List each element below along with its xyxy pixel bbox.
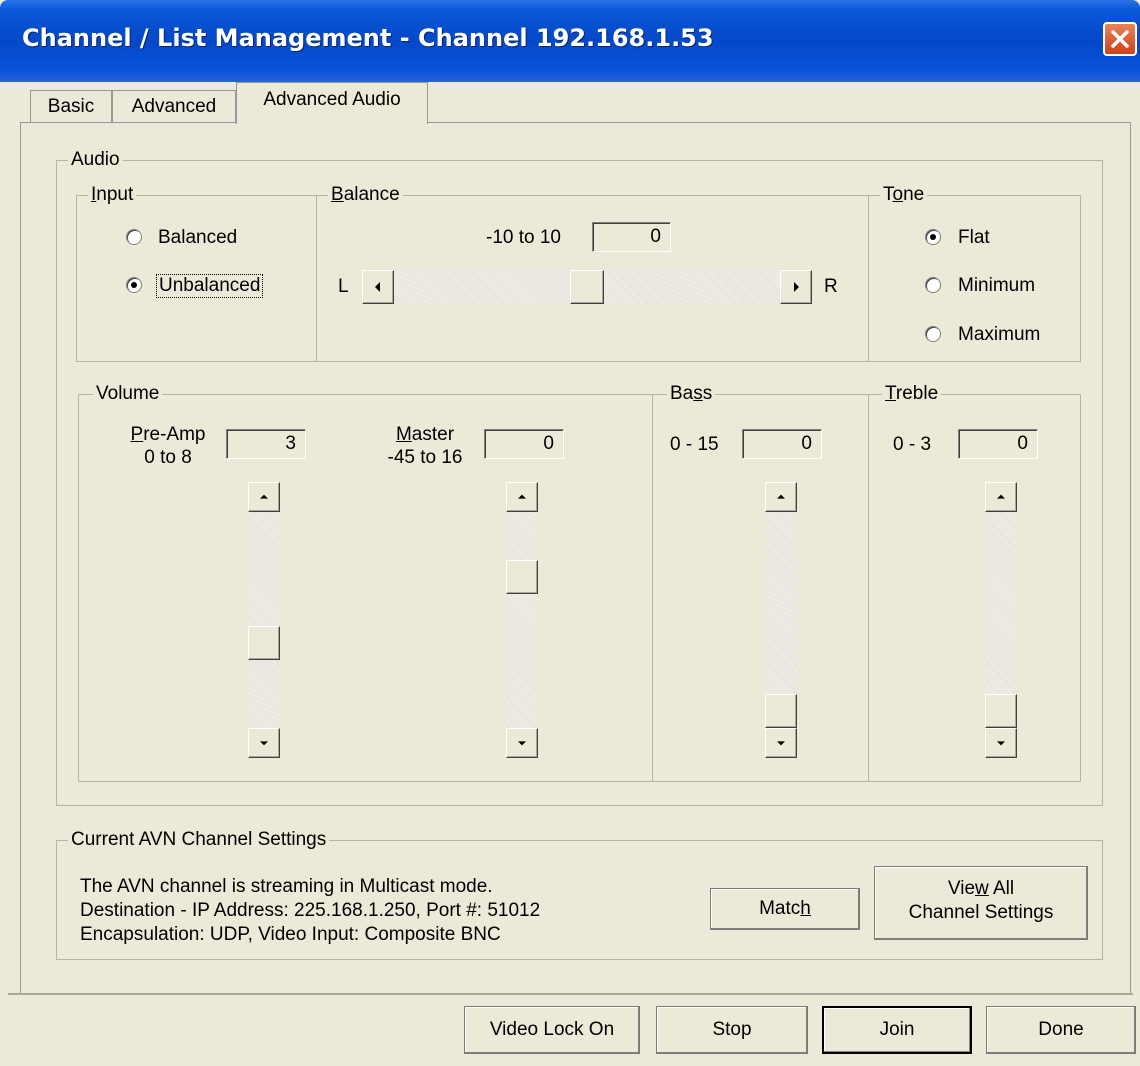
divider xyxy=(868,394,869,782)
arrow-up-icon xyxy=(997,494,1005,499)
bass-slider[interactable] xyxy=(765,482,797,758)
arrow-up-icon xyxy=(260,494,268,499)
preamp-slider-thumb[interactable] xyxy=(248,625,280,660)
stop-button[interactable]: Stop xyxy=(656,1006,808,1054)
treble-slider-thumb[interactable] xyxy=(985,694,1017,728)
master-value: 0 xyxy=(484,429,564,459)
scroll-left-button[interactable] xyxy=(362,270,394,304)
balance-range: -10 to 10 xyxy=(486,227,561,248)
scroll-down-button[interactable] xyxy=(248,728,280,758)
treble-legend: Treble xyxy=(882,384,942,404)
settings-line-destination: Destination - IP Address: 225.168.1.250,… xyxy=(80,900,541,921)
preamp-value: 3 xyxy=(226,429,306,459)
balance-legend: Balance xyxy=(328,185,403,205)
treble-slider[interactable] xyxy=(985,482,1017,758)
divider xyxy=(868,195,869,362)
bass-value: 0 xyxy=(742,429,822,459)
tab-advanced-label: Advanced xyxy=(131,96,217,117)
maximum-label[interactable]: Maximum xyxy=(958,324,1040,346)
tab-basic-label: Basic xyxy=(47,96,95,117)
minimum-label[interactable]: Minimum xyxy=(958,275,1035,297)
match-button[interactable]: Match xyxy=(710,888,860,930)
tab-advanced-audio-label: Advanced Audio xyxy=(263,89,401,110)
divider xyxy=(316,195,317,362)
input-legend: Input xyxy=(88,185,137,205)
arrow-up-icon xyxy=(777,494,785,499)
view-all-channel-settings-button[interactable]: View All Channel Settings xyxy=(874,866,1088,940)
preamp-label: Pre-Amp xyxy=(130,424,206,445)
scroll-up-button[interactable] xyxy=(985,482,1017,512)
view-all-line2: Channel Settings xyxy=(908,902,1054,923)
close-icon xyxy=(1111,30,1129,48)
balance-value: 0 xyxy=(592,222,671,252)
scroll-down-button[interactable] xyxy=(985,728,1017,758)
arrow-up-icon xyxy=(518,494,526,499)
scroll-up-button[interactable] xyxy=(248,482,280,512)
tone-legend: Tone xyxy=(880,185,928,205)
volume-legend: Volume xyxy=(93,384,163,404)
balance-slider[interactable] xyxy=(362,270,812,304)
video-lock-on-button[interactable]: Video Lock On xyxy=(464,1006,640,1054)
done-button[interactable]: Done xyxy=(986,1006,1136,1054)
scroll-down-button[interactable] xyxy=(506,728,538,758)
arrow-down-icon xyxy=(518,741,526,746)
scroll-down-button[interactable] xyxy=(765,728,797,758)
arrow-down-icon xyxy=(997,741,1005,746)
settings-line-mode: The AVN channel is streaming in Multicas… xyxy=(80,876,493,897)
preamp-slider[interactable] xyxy=(248,482,280,758)
unbalanced-label[interactable]: Unbalanced xyxy=(156,274,264,298)
arrow-down-icon xyxy=(260,741,268,746)
tab-basic[interactable]: Basic xyxy=(30,90,112,122)
tab-advanced[interactable]: Advanced xyxy=(112,90,236,122)
master-range: -45 to 16 xyxy=(387,447,463,468)
bass-range: 0 - 15 xyxy=(670,434,719,455)
balance-slider-thumb[interactable] xyxy=(570,270,604,304)
divider xyxy=(652,394,653,782)
tab-advanced-audio[interactable]: Advanced Audio xyxy=(236,82,428,124)
flat-label[interactable]: Flat xyxy=(958,227,990,249)
balance-left-label: L xyxy=(338,276,349,297)
arrow-left-icon xyxy=(375,282,380,292)
master-slider-thumb[interactable] xyxy=(506,559,538,594)
scroll-up-button[interactable] xyxy=(506,482,538,512)
balanced-label[interactable]: Balanced xyxy=(158,227,237,249)
bass-slider-thumb[interactable] xyxy=(765,694,797,728)
balance-right-label: R xyxy=(824,276,838,297)
master-label: Master xyxy=(395,424,455,445)
master-slider[interactable] xyxy=(506,482,538,758)
scroll-right-button[interactable] xyxy=(780,270,812,304)
arrow-down-icon xyxy=(777,741,785,746)
treble-range: 0 - 3 xyxy=(893,434,932,455)
close-button[interactable] xyxy=(1103,22,1137,56)
bass-legend: Bass xyxy=(667,384,716,404)
join-button[interactable]: Join xyxy=(822,1006,972,1054)
scroll-up-button[interactable] xyxy=(765,482,797,512)
treble-value: 0 xyxy=(958,429,1038,459)
current-settings-legend: Current AVN Channel Settings xyxy=(68,830,330,850)
audio-legend: Audio xyxy=(68,150,123,170)
settings-line-encapsulation: Encapsulation: UDP, Video Input: Composi… xyxy=(80,924,501,945)
window-title: Channel / List Management - Channel 192.… xyxy=(22,24,714,52)
footer-divider xyxy=(8,993,1133,995)
preamp-range: 0 to 8 xyxy=(144,447,192,468)
arrow-right-icon xyxy=(794,282,799,292)
